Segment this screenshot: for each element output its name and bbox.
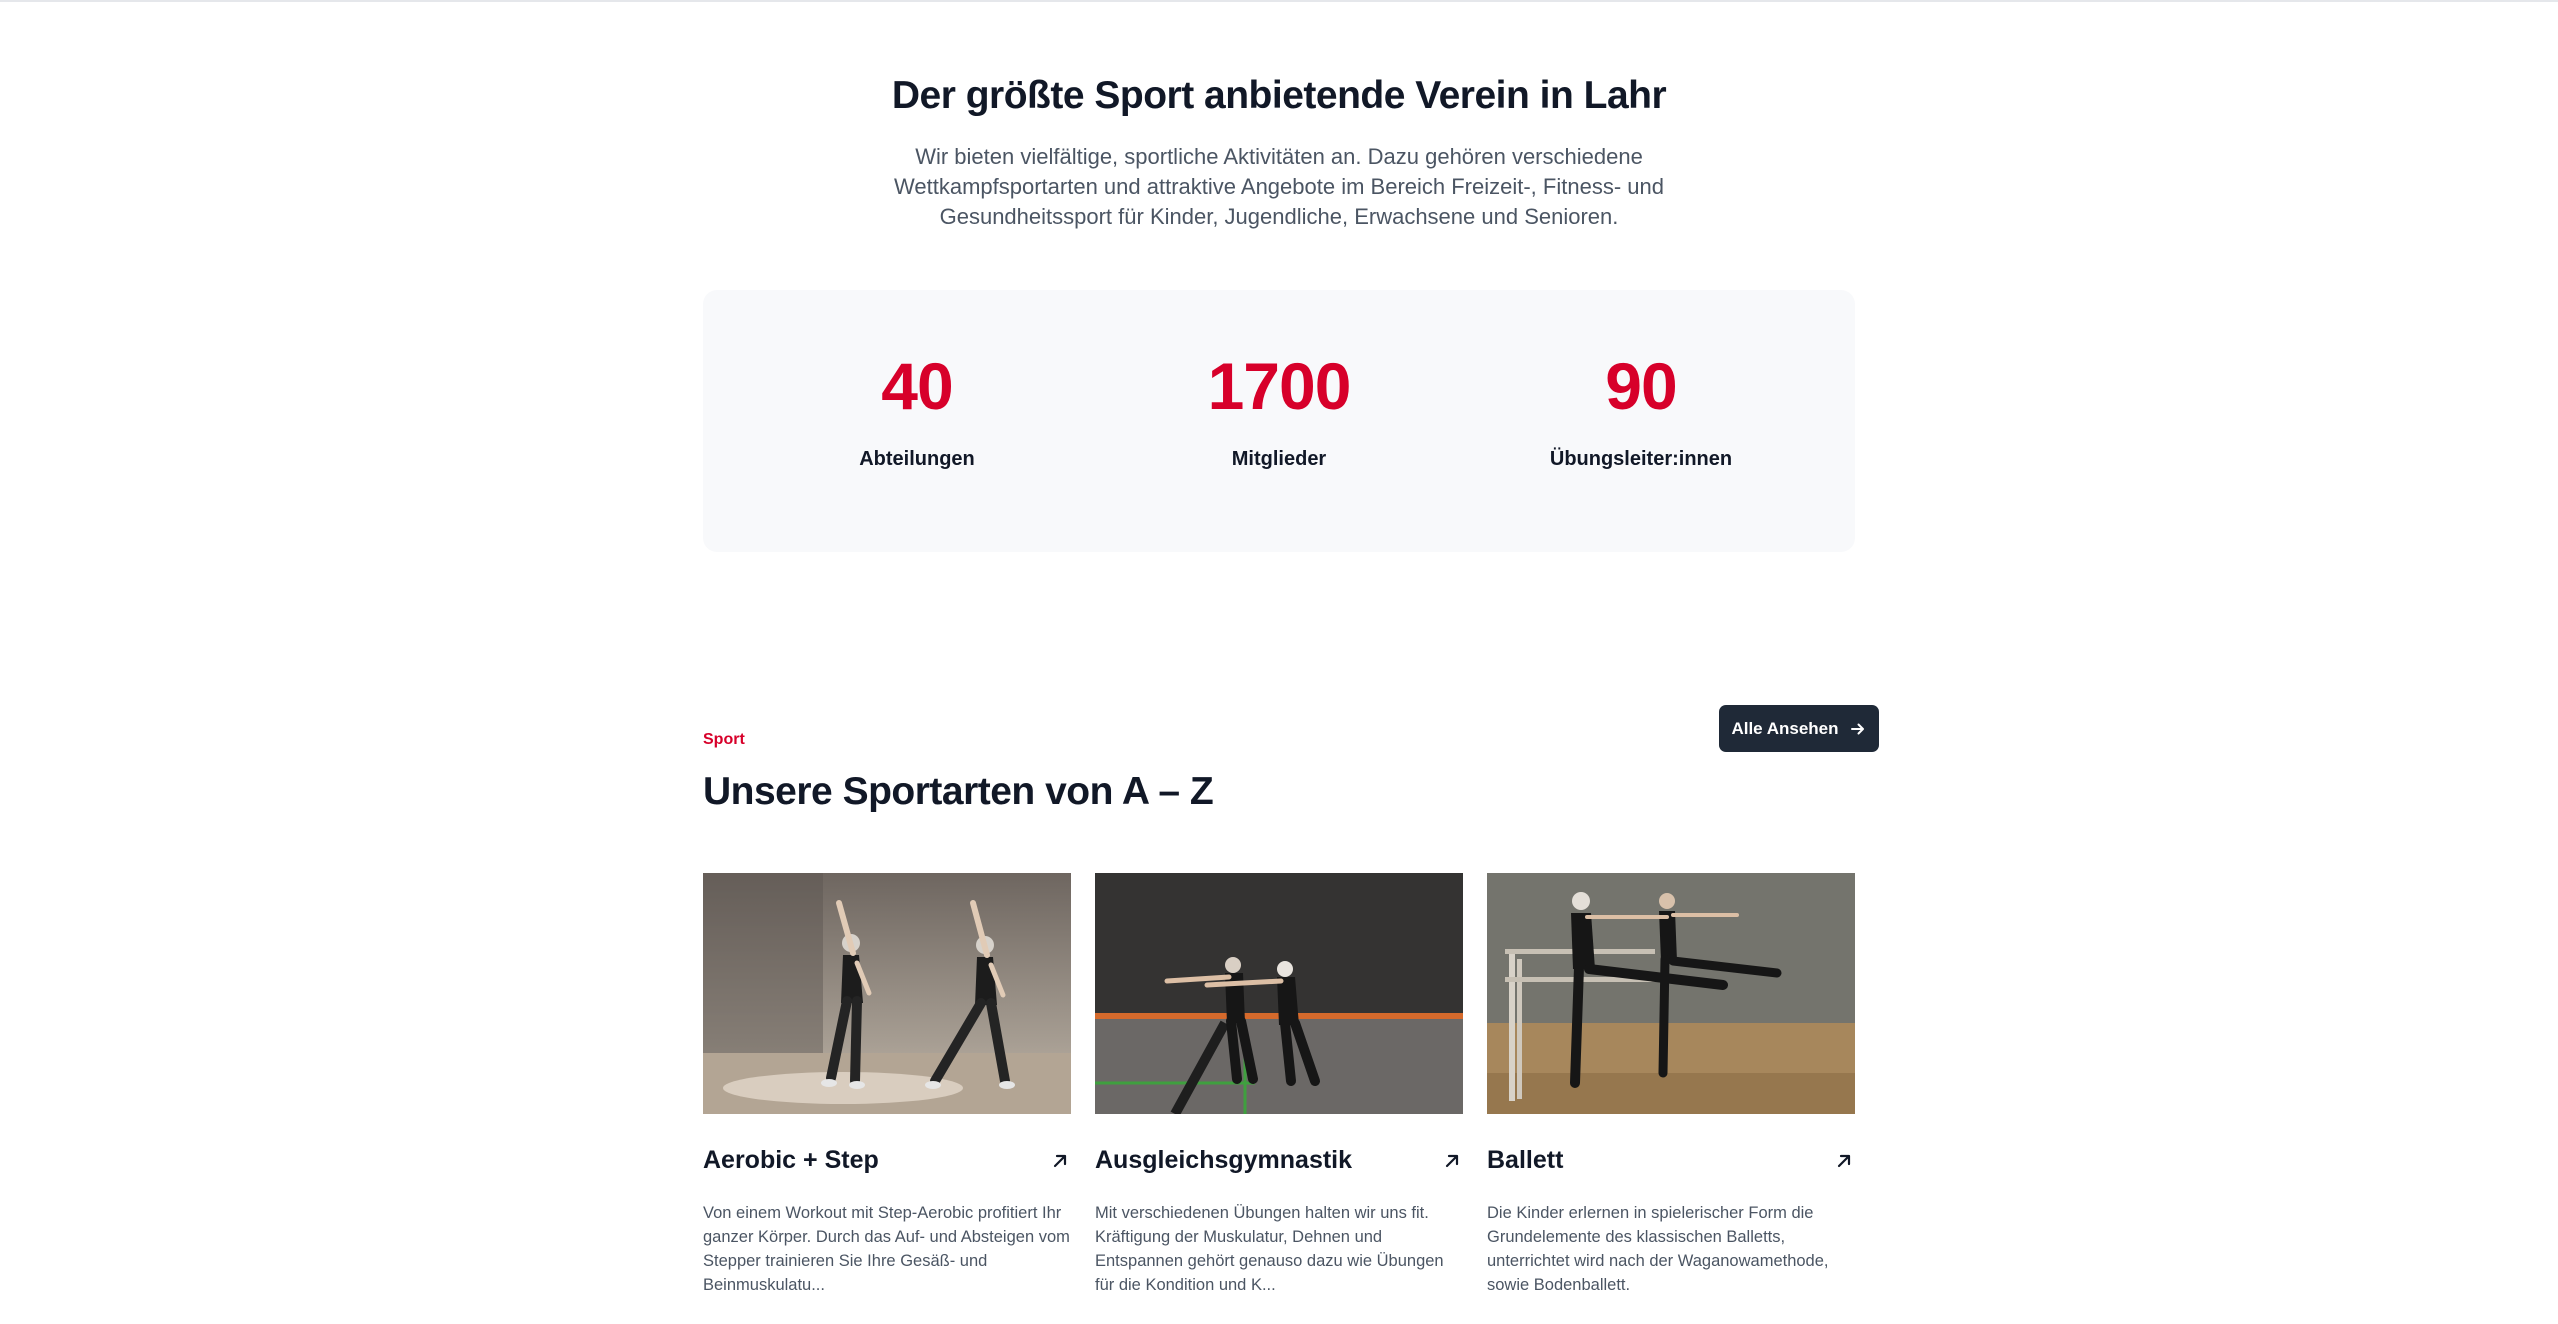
sport-card-title[interactable]: Ausgleichsgymnastik <box>1095 1146 1352 1175</box>
sport-card-title[interactable]: Aerobic + Step <box>703 1146 879 1175</box>
sport-card-image[interactable] <box>1487 873 1855 1114</box>
stat-value: 90 <box>1605 349 1677 423</box>
sport-card-image[interactable] <box>1095 873 1463 1114</box>
stat-value: 1700 <box>1207 349 1352 423</box>
intro-description: Wir bieten vielfältige, sportliche Aktiv… <box>894 144 1664 229</box>
arrow-up-right-icon[interactable] <box>1441 1150 1463 1172</box>
sport-card-aerobic[interactable]: Aerobic + Step Von einem Workout mit Ste… <box>703 873 1071 1297</box>
view-all-label: Alle Ansehen <box>1731 718 1839 738</box>
stat-label: Abteilungen <box>859 448 975 470</box>
sport-card-title[interactable]: Ballett <box>1487 1146 1563 1175</box>
sport-card-image[interactable] <box>703 873 1071 1114</box>
sport-card-description: Die Kinder erlernen in spielerischer For… <box>1487 1204 1829 1294</box>
stats-panel: 40 Abteilungen 1700 Mitglieder 90 Übungs… <box>703 290 1855 552</box>
section-title: Unsere Sportarten von A – Z <box>703 770 1214 813</box>
stat-trainers: 90 Übungsleiter:innen <box>1460 290 1822 552</box>
arrow-right-icon <box>1849 720 1867 738</box>
sport-card-ausgleichsgymnastik[interactable]: Ausgleichsgymnastik Mit verschiedenen Üb… <box>1095 873 1463 1297</box>
section-kicker: Sport <box>703 731 745 748</box>
page-title: Der größte Sport anbietende Verein in La… <box>891 74 1667 117</box>
arrow-up-right-icon[interactable] <box>1833 1150 1855 1172</box>
stat-label: Übungsleiter:innen <box>1549 448 1733 470</box>
view-all-button[interactable]: Alle Ansehen <box>1719 705 1879 752</box>
sport-card-description: Mit verschiedenen Übungen halten wir uns… <box>1095 1204 1444 1294</box>
stat-value: 40 <box>881 349 953 423</box>
sport-card-ballett[interactable]: Ballett Die Kinder erlernen in spieleris… <box>1487 873 1855 1297</box>
intro-section: Der größte Sport anbietende Verein in La… <box>0 70 2558 232</box>
arrow-up-right-icon[interactable] <box>1049 1150 1071 1172</box>
stat-label: Mitglieder <box>1231 448 1327 470</box>
sport-card-description: Von einem Workout mit Step-Aerobic profi… <box>703 1204 1070 1294</box>
top-divider <box>0 0 2558 2</box>
stat-departments: 40 Abteilungen <box>736 290 1098 552</box>
stat-members: 1700 Mitglieder <box>1098 290 1460 552</box>
